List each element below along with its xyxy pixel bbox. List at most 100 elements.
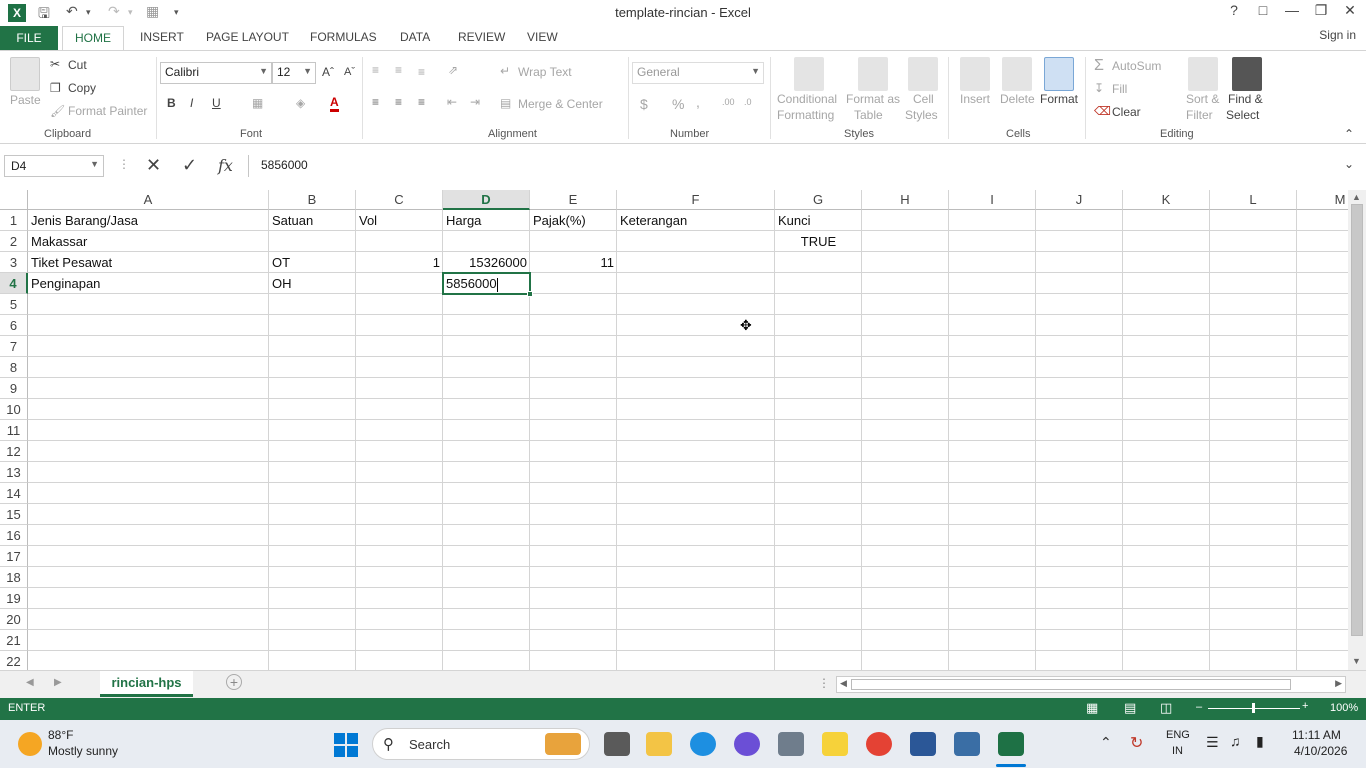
cell-styles-button[interactable]: Cell xyxy=(913,92,934,106)
vertical-scrollbar[interactable]: ▲ ▼ xyxy=(1348,190,1366,670)
close-icon[interactable]: ✕ xyxy=(1340,2,1360,19)
column-header-c[interactable]: C xyxy=(356,190,443,210)
row-header-1[interactable]: 1 xyxy=(0,210,28,231)
column-header-k[interactable]: K xyxy=(1123,190,1210,210)
row-header-20[interactable]: 20 xyxy=(0,609,28,630)
formula-input[interactable]: 5856000 xyxy=(248,155,1343,177)
underline-button[interactable]: U xyxy=(212,96,221,110)
scroll-right-icon[interactable]: ▶ xyxy=(1335,678,1342,689)
format-as-table-button[interactable]: Format as xyxy=(846,92,900,106)
sticky-notes-icon[interactable] xyxy=(822,732,848,756)
copy-icon[interactable]: ❐ xyxy=(50,81,61,95)
minimize-icon[interactable]: — xyxy=(1282,2,1302,18)
wrap-text-button[interactable]: Wrap Text xyxy=(518,65,572,79)
excel-taskbar-icon[interactable] xyxy=(998,732,1024,756)
clock-time[interactable]: 11:11 AM xyxy=(1292,728,1341,742)
comma-button[interactable]: , xyxy=(696,94,700,110)
column-header-i[interactable]: I xyxy=(949,190,1036,210)
cell-d3[interactable]: 15326000 xyxy=(443,252,530,273)
decrease-indent-icon[interactable]: ⇤ xyxy=(447,95,457,109)
cell-d1[interactable]: Harga xyxy=(443,210,530,231)
format-as-table-button-line2[interactable]: Table xyxy=(854,108,883,122)
cell-g2[interactable]: TRUE xyxy=(775,231,862,252)
tab-home[interactable]: HOME xyxy=(62,26,124,50)
shrink-font-icon[interactable]: Aˇ xyxy=(344,66,355,78)
row-header-21[interactable]: 21 xyxy=(0,630,28,651)
clear-button[interactable]: Clear xyxy=(1112,105,1141,119)
row-header-8[interactable]: 8 xyxy=(0,357,28,378)
row-header-6[interactable]: 6 xyxy=(0,315,28,336)
align-top-icon[interactable]: ≡ xyxy=(372,63,379,77)
row-header-12[interactable]: 12 xyxy=(0,441,28,462)
scroll-up-icon[interactable]: ▲ xyxy=(1352,192,1361,202)
align-right-icon[interactable]: ≡ xyxy=(418,95,425,109)
paste-button[interactable]: Paste xyxy=(10,93,41,107)
format-painter-button[interactable]: Format Painter xyxy=(68,104,147,118)
word-icon[interactable] xyxy=(910,732,936,756)
zoom-out-icon[interactable]: – xyxy=(1196,701,1202,713)
edge-browser-icon[interactable] xyxy=(690,732,716,756)
column-header-a[interactable]: A xyxy=(28,190,269,210)
paste-icon[interactable] xyxy=(10,57,40,91)
ribbon-display-icon[interactable]: □ xyxy=(1253,2,1273,18)
format-painter-icon[interactable]: 🖌 xyxy=(50,104,65,118)
align-bottom-icon[interactable]: ≡ xyxy=(418,65,425,79)
tab-formulas[interactable]: FORMULAS xyxy=(310,30,377,44)
cell-a2[interactable]: Makassar xyxy=(28,231,269,252)
scroll-left-icon[interactable]: ◀ xyxy=(840,678,847,689)
sort-filter-icon[interactable] xyxy=(1188,57,1218,91)
currency-button[interactable]: $ xyxy=(640,96,648,112)
format-cells-button[interactable]: Format xyxy=(1040,92,1078,106)
tab-page-layout[interactable]: PAGE LAYOUT xyxy=(206,30,289,44)
decrease-decimal-icon[interactable]: .0 xyxy=(744,97,752,107)
windows-start-icon[interactable] xyxy=(334,733,358,757)
cell-b3[interactable]: OT xyxy=(269,252,356,273)
cell-a3[interactable]: Tiket Pesawat xyxy=(28,252,269,273)
confirm-entry-icon[interactable]: ✓ xyxy=(182,155,197,176)
borders-icon[interactable]: ▦ xyxy=(252,96,263,110)
collapse-ribbon-icon[interactable]: ⌃ xyxy=(1344,127,1354,141)
expand-formula-bar-icon[interactable]: ⌄ xyxy=(1344,157,1354,171)
spreadsheet-grid[interactable]: A B C D E F G H I J K L M 1 2 3 4 5 6 7 8 9 10 11 1… xyxy=(0,190,1348,670)
battery-icon[interactable]: ▮ xyxy=(1256,733,1264,750)
orientation-icon[interactable]: ⇗ xyxy=(448,63,458,77)
weather-temp[interactable]: 88°F xyxy=(48,728,73,742)
row-header-13[interactable]: 13 xyxy=(0,462,28,483)
insert-cells-icon[interactable] xyxy=(960,57,990,91)
font-size-combo[interactable]: 12 ▼ xyxy=(272,62,316,84)
language-indicator[interactable]: ENG xyxy=(1166,729,1190,741)
align-left-icon[interactable]: ≡ xyxy=(372,95,379,109)
find-select-button-line2[interactable]: Select xyxy=(1226,108,1259,122)
delete-cells-button[interactable]: Delete xyxy=(1000,92,1035,106)
cell-f1[interactable]: Keterangan xyxy=(617,210,775,231)
column-header-b[interactable]: B xyxy=(269,190,356,210)
show-hidden-icons-icon[interactable]: ⌃ xyxy=(1100,734,1112,751)
row-header-17[interactable]: 17 xyxy=(0,546,28,567)
insert-function-button[interactable]: fx xyxy=(218,156,233,175)
row-header-2[interactable]: 2 xyxy=(0,231,28,252)
column-header-h[interactable]: H xyxy=(862,190,949,210)
camera-icon[interactable] xyxy=(778,732,804,756)
wifi-icon[interactable]: ☰ xyxy=(1206,734,1219,751)
row-header-3[interactable]: 3 xyxy=(0,252,28,273)
cell-c3[interactable]: 1 xyxy=(356,252,443,273)
language-region[interactable]: IN xyxy=(1172,745,1183,757)
row-header-14[interactable]: 14 xyxy=(0,483,28,504)
clock-date[interactable]: 4/10/2026 xyxy=(1294,744,1347,758)
vertical-scroll-thumb[interactable] xyxy=(1351,204,1363,636)
help-icon[interactable]: ? xyxy=(1224,2,1244,18)
increase-indent-icon[interactable]: ⇥ xyxy=(470,95,480,109)
cell-e1[interactable]: Pajak(%) xyxy=(530,210,617,231)
split-handle-icon[interactable]: ⋮ xyxy=(818,676,830,690)
row-header-11[interactable]: 11 xyxy=(0,420,28,441)
format-as-table-icon[interactable] xyxy=(858,57,888,91)
column-header-j[interactable]: J xyxy=(1036,190,1123,210)
cell-d4-editing[interactable]: 5856000 xyxy=(443,273,530,294)
conditional-formatting-button-line2[interactable]: Formatting xyxy=(777,108,834,122)
select-all-button[interactable] xyxy=(0,190,28,210)
tab-insert[interactable]: INSERT xyxy=(140,30,184,44)
zoom-in-icon[interactable]: + xyxy=(1302,700,1308,712)
sort-filter-button[interactable]: Sort & xyxy=(1186,92,1219,106)
italic-button[interactable]: I xyxy=(190,96,193,110)
horizontal-scroll-thumb[interactable] xyxy=(851,679,1291,690)
